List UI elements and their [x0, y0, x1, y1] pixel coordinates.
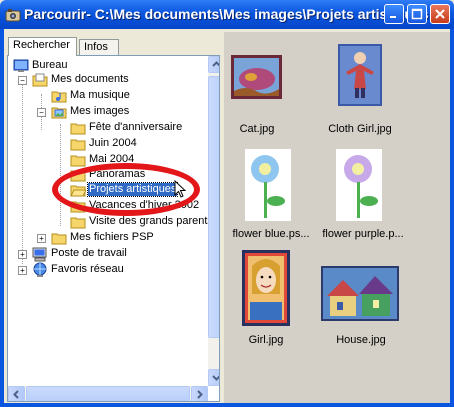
- close-button[interactable]: [430, 4, 450, 24]
- thumbnail-label-cat: Cat.jpg: [239, 123, 275, 135]
- maximize-button[interactable]: [407, 4, 427, 24]
- network-icon: [33, 262, 47, 277]
- folder-tree[interactable]: Bureau − Mes documents Ma musique − Mes …: [7, 55, 220, 402]
- maximize-icon: [411, 8, 423, 20]
- chevron-down-icon: [212, 375, 219, 381]
- vertical-scroll-thumb[interactable]: [208, 76, 219, 338]
- my-documents-icon: [32, 73, 48, 87]
- thumbnail-label-house: House.jpg: [336, 334, 386, 346]
- app-icon: [5, 9, 21, 22]
- horizontal-scroll-thumb[interactable]: [26, 386, 190, 401]
- thumbnail-label-cloth-girl: Cloth Girl.jpg: [328, 123, 392, 135]
- close-icon: [435, 9, 445, 19]
- thumbnail-cloth-girl[interactable]: [338, 44, 382, 106]
- window-frame-right: [450, 29, 454, 407]
- folder-icon: [70, 217, 86, 229]
- mouse-cursor-icon: [174, 180, 187, 198]
- expand-mes-fichiers-psp[interactable]: +: [37, 234, 46, 243]
- collapse-mes-images[interactable]: −: [37, 108, 46, 117]
- tab-infos[interactable]: Infos: [79, 39, 119, 56]
- window-title: Parcourir- C:\Mes documents\Mes images\P…: [24, 6, 429, 22]
- window-frame-bottom: [0, 403, 454, 407]
- title-bar[interactable]: Parcourir- C:\Mes documents\Mes images\P…: [0, 0, 454, 29]
- desktop-icon: [13, 59, 29, 72]
- thumbnail-cat[interactable]: [231, 55, 282, 99]
- minimize-icon: [390, 16, 396, 18]
- thumbnail-flower-purple[interactable]: [336, 149, 382, 221]
- minimize-button[interactable]: [384, 4, 404, 24]
- chevron-left-icon: [13, 390, 19, 399]
- thumbnail-pane[interactable]: Cat.jpg Cloth Girl.jpg flower blue.ps...…: [224, 32, 450, 403]
- folder-icon: [70, 155, 86, 167]
- folder-icon: [70, 123, 86, 135]
- expand-poste-de-travail[interactable]: +: [18, 250, 27, 259]
- thumbnail-label-girl: Girl.jpg: [248, 334, 284, 346]
- thumbnail-label-flower-purple: flower purple.p...: [322, 228, 404, 240]
- collapse-mes-documents[interactable]: −: [18, 76, 27, 85]
- chevron-right-icon: [197, 390, 203, 399]
- tree-connector: [22, 78, 23, 264]
- my-computer-icon: [32, 247, 47, 262]
- expand-favoris-reseau[interactable]: +: [18, 266, 27, 275]
- thumbnail-flower-blue[interactable]: [245, 149, 291, 221]
- pictures-folder-icon: [51, 107, 67, 119]
- thumbnail-girl[interactable]: [242, 250, 290, 326]
- tree-vertical-scrollbar[interactable]: [208, 56, 219, 386]
- thumbnail-label-flower-blue: flower blue.ps...: [232, 228, 310, 240]
- chevron-up-icon: [212, 61, 219, 67]
- tree-connector: [60, 124, 61, 226]
- music-folder-icon: [51, 91, 67, 103]
- folder-icon: [70, 139, 86, 151]
- thumbnail-house[interactable]: [321, 266, 399, 321]
- window-frame-left: [0, 29, 4, 407]
- tree-horizontal-scrollbar[interactable]: [8, 386, 208, 401]
- scroll-left-button[interactable]: [8, 386, 25, 401]
- scroll-up-button[interactable]: [208, 56, 219, 73]
- tab-rechercher[interactable]: Rechercher: [8, 37, 77, 56]
- scroll-down-button[interactable]: [208, 369, 219, 386]
- folder-icon: [51, 233, 67, 245]
- scroll-right-button[interactable]: [191, 386, 208, 401]
